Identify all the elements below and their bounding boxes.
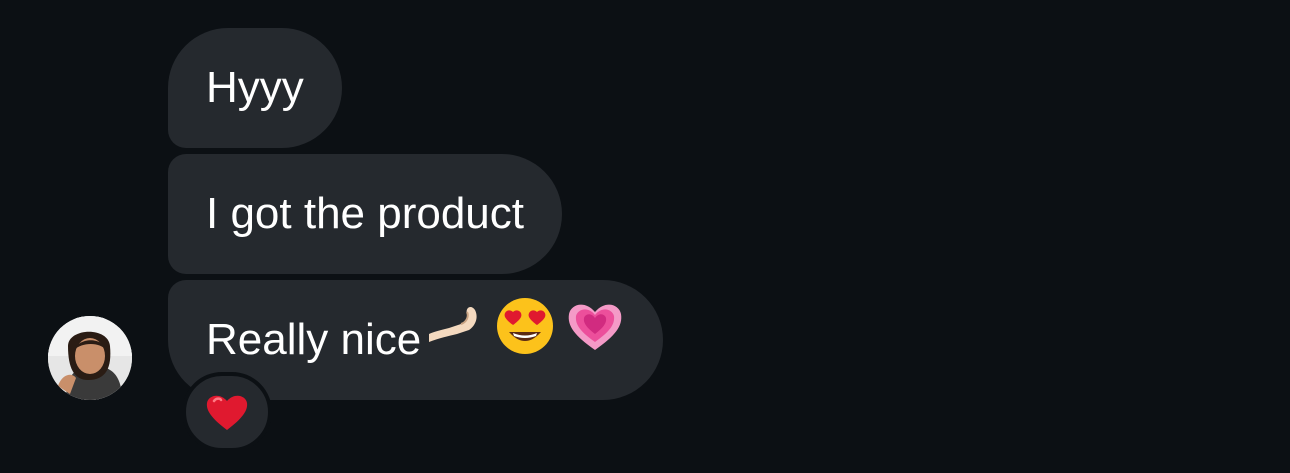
pinched-fingers-icon (425, 282, 485, 402)
message-bubble[interactable]: I got the product (168, 154, 562, 274)
message-bubble[interactable]: Hyyy (168, 28, 342, 148)
message-text: Hyyy (206, 63, 304, 112)
red-heart-icon (205, 392, 249, 432)
growing-heart-icon (565, 282, 625, 402)
reaction-badge[interactable] (182, 372, 272, 452)
message-text: I got the product (206, 189, 524, 238)
avatar[interactable] (48, 316, 132, 400)
heart-eyes-icon (495, 282, 555, 402)
message-text: Really nice (206, 315, 422, 364)
